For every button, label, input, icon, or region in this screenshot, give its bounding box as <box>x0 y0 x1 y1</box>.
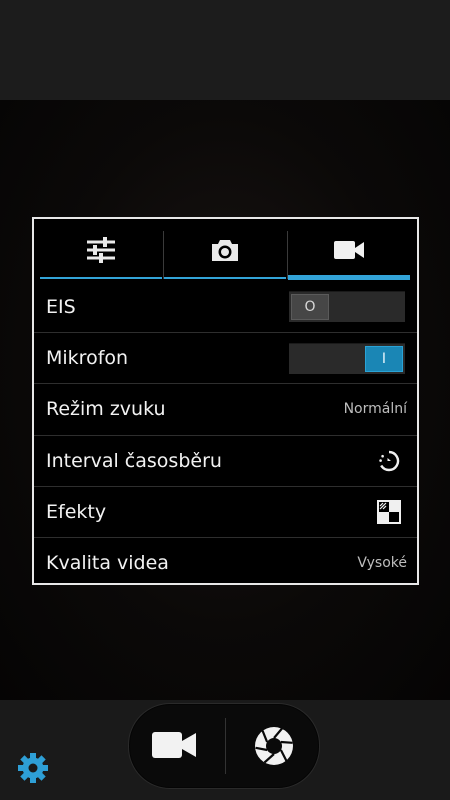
tab-video-settings[interactable] <box>288 219 410 281</box>
settings-tabs <box>34 219 417 281</box>
tab-photo-settings[interactable] <box>164 219 286 281</box>
setting-row-eis[interactable]: EIS O <box>34 281 417 332</box>
gear-icon <box>18 753 48 783</box>
tab-indicator <box>164 277 286 279</box>
pill-divider <box>225 718 226 774</box>
setting-label: Mikrofon <box>46 347 129 370</box>
tab-indicator <box>40 277 162 279</box>
eis-toggle[interactable]: O <box>289 291 405 323</box>
setting-label: Kvalita videa <box>46 552 169 575</box>
toggle-knob: O <box>291 294 329 321</box>
setting-label: Efekty <box>46 500 107 523</box>
capture-controls <box>128 703 320 789</box>
toggle-knob: I <box>365 345 403 372</box>
top-bar <box>0 0 450 100</box>
setting-row-mikrofon[interactable]: Mikrofon I <box>34 332 417 383</box>
setting-row-kvalita-videa[interactable]: Kvalita videa Vysoké <box>34 536 417 588</box>
mikrofon-toggle[interactable]: I <box>289 342 405 374</box>
setting-label: Režim zvuku <box>46 398 166 421</box>
setting-value: Normální <box>343 401 407 418</box>
video-camera-icon <box>334 241 364 259</box>
setting-row-rezim-zvuku[interactable]: Režim zvuku Normální <box>34 383 417 434</box>
setting-row-efekty[interactable]: Efekty <box>34 485 417 537</box>
aperture-icon <box>255 727 293 765</box>
record-video-button[interactable] <box>151 730 197 764</box>
settings-list: EIS O Mikrofon I Režim zvuku Normální In… <box>34 281 417 588</box>
timer-icon <box>379 450 400 471</box>
setting-label: EIS <box>46 295 76 318</box>
tab-general-settings[interactable] <box>40 219 162 281</box>
sliders-icon <box>87 237 115 263</box>
video-camera-icon <box>152 732 196 758</box>
video-settings-panel: EIS O Mikrofon I Režim zvuku Normální In… <box>32 217 419 585</box>
tab-indicator-active <box>288 275 410 280</box>
settings-button[interactable] <box>17 752 49 788</box>
camera-icon <box>212 240 238 261</box>
setting-row-interval-casosberu[interactable]: Interval časosběru <box>34 434 417 486</box>
effects-icon <box>377 499 401 524</box>
setting-label: Interval časosběru <box>46 449 222 472</box>
shutter-button[interactable] <box>253 725 295 771</box>
setting-value: Vysoké <box>357 555 407 572</box>
